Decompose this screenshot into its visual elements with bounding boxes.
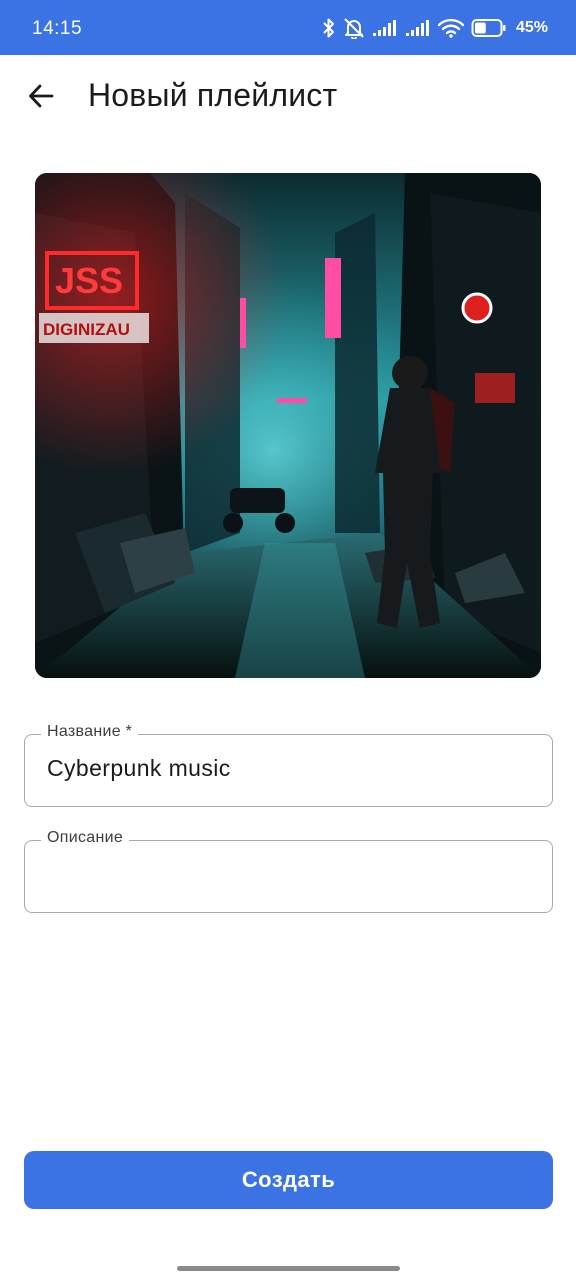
bell-off-icon [344, 17, 364, 39]
signal-icon [372, 19, 396, 36]
status-time: 14:15 [32, 17, 83, 39]
wifi-icon [437, 18, 464, 38]
back-button[interactable] [20, 75, 62, 117]
neon-sign: JSS [55, 260, 123, 301]
bluetooth-icon [323, 18, 334, 37]
screen: 14:15 45% Новый плейлист JSS DIGINIZAU Н… [0, 0, 576, 1280]
signal-icon [405, 19, 429, 36]
create-button-label: Создать [241, 1167, 336, 1192]
playlist-cover-image[interactable]: JSS DIGINIZAU [35, 173, 541, 678]
battery-percent: 45% [515, 18, 548, 36]
name-field-value[interactable]: Cyberpunk music [47, 755, 231, 782]
name-field-label: Название * [41, 723, 139, 741]
battery-icon [471, 18, 506, 37]
create-button[interactable]: Создать [24, 1151, 553, 1209]
arrow-left-icon [29, 84, 54, 108]
page-title: Новый плейлист [88, 77, 338, 113]
status-bar: 14:15 45% [0, 0, 576, 55]
playlist-name-field[interactable]: Название * Cyberpunk music [24, 723, 553, 807]
top-app-bar: Новый плейлист [0, 55, 576, 141]
home-indicator[interactable] [177, 1266, 400, 1271]
description-field-label: Описание [41, 829, 130, 847]
playlist-description-field[interactable]: Описание [24, 829, 553, 913]
status-icons: 45% [322, 17, 548, 39]
cover-sign-text: DIGINIZAU [43, 320, 130, 339]
